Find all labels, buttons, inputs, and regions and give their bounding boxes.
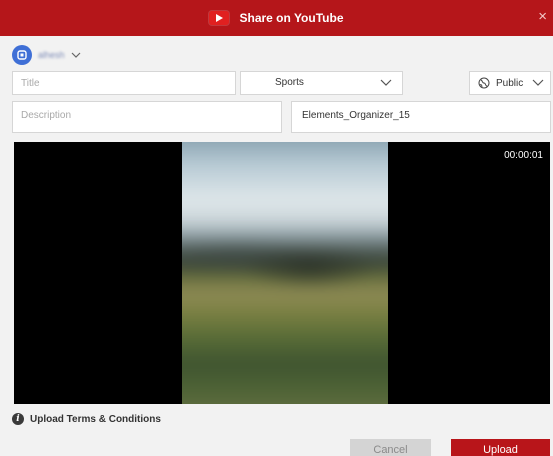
chevron-down-icon [380,79,392,86]
upload-terms-link[interactable]: i Upload Terms & Conditions [12,413,161,425]
video-thumbnail-image [182,142,388,404]
title-placeholder: Title [21,78,40,89]
title-input[interactable]: Title [12,71,236,95]
chevron-down-icon [532,79,544,86]
title-bar: Share on YouTube × [0,0,553,36]
description-input[interactable]: Description [12,101,282,133]
globe-icon [478,77,490,89]
filename-value: Elements_Organizer_15 [302,110,410,121]
description-placeholder: Description [21,110,72,121]
close-icon[interactable]: × [538,9,547,24]
youtube-play-icon [209,11,230,25]
info-icon: i [12,413,24,425]
category-value: Sports [275,77,304,88]
account-name: alhesh [38,50,65,60]
category-dropdown[interactable]: Sports [240,71,403,95]
user-avatar-icon [12,45,32,65]
filename-field[interactable]: Elements_Organizer_15 [291,101,551,133]
video-preview[interactable]: 00:00:01 [14,142,550,404]
upload-button[interactable]: Upload [451,439,550,456]
account-selector[interactable]: alhesh [12,44,81,66]
video-frame [182,142,388,404]
window-title: Share on YouTube [239,11,344,25]
timecode: 00:00:01 [504,150,543,161]
privacy-dropdown[interactable]: Public [469,71,551,95]
chevron-down-icon [71,52,80,58]
privacy-value: Public [496,77,524,89]
upload-terms-label: Upload Terms & Conditions [30,413,161,425]
cancel-button[interactable]: Cancel [350,439,431,456]
